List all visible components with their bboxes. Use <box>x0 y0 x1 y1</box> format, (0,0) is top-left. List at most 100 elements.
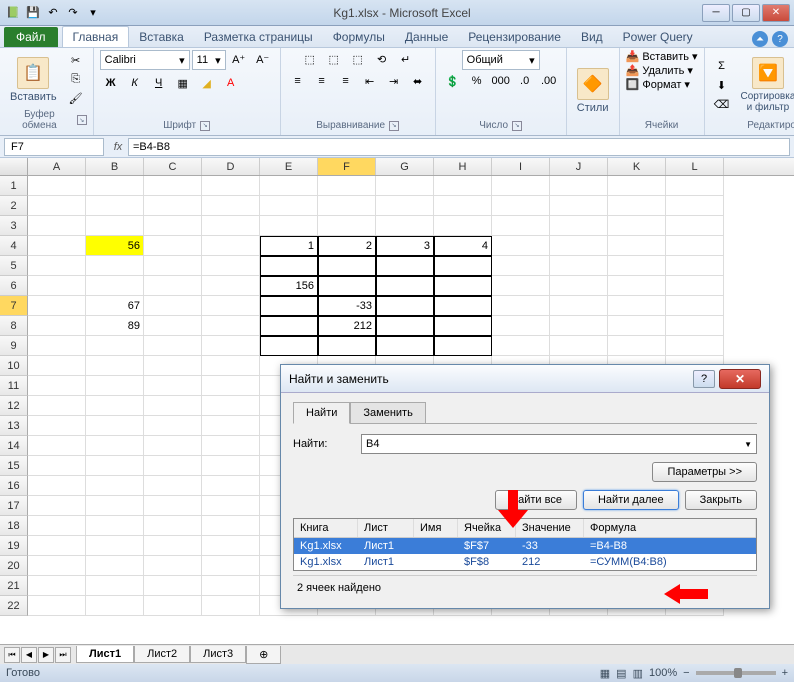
row-header[interactable]: 11 <box>0 376 28 396</box>
dialog-help-button[interactable]: ? <box>693 370 715 388</box>
cell[interactable] <box>202 236 260 256</box>
cell[interactable] <box>376 296 434 316</box>
cell[interactable] <box>608 336 666 356</box>
cell[interactable] <box>492 236 550 256</box>
cell[interactable] <box>666 216 724 236</box>
cell[interactable] <box>202 536 260 556</box>
cell[interactable] <box>86 336 144 356</box>
cell[interactable] <box>144 376 202 396</box>
dialog-close-button[interactable]: ✕ <box>719 369 761 389</box>
cell[interactable] <box>86 416 144 436</box>
sheet-tab[interactable]: Лист2 <box>134 646 190 663</box>
cell[interactable] <box>492 176 550 196</box>
cell[interactable] <box>202 436 260 456</box>
tab-home[interactable]: Главная <box>62 26 130 47</box>
cell[interactable]: 67 <box>86 296 144 316</box>
fx-icon[interactable]: fx <box>108 141 128 153</box>
cell[interactable] <box>550 216 608 236</box>
column-header[interactable]: D <box>202 158 260 175</box>
cell[interactable] <box>608 276 666 296</box>
cell[interactable] <box>28 316 86 336</box>
paste-button[interactable]: 📋 Вставить <box>6 55 61 105</box>
row-header[interactable]: 5 <box>0 256 28 276</box>
cell[interactable] <box>86 516 144 536</box>
cell[interactable] <box>28 356 86 376</box>
zoom-in-icon[interactable]: + <box>782 667 788 679</box>
row-header[interactable]: 3 <box>0 216 28 236</box>
align-right-icon[interactable]: ≡ <box>335 72 357 90</box>
cell[interactable] <box>666 276 724 296</box>
cell[interactable] <box>318 176 376 196</box>
cell[interactable] <box>492 336 550 356</box>
tab-review[interactable]: Рецензирование <box>458 27 571 47</box>
minimize-button[interactable]: ─ <box>702 4 730 22</box>
tab-powerquery[interactable]: Power Query <box>613 27 703 47</box>
excel-icon[interactable]: 📗 <box>4 4 22 22</box>
cell[interactable] <box>608 176 666 196</box>
cell[interactable] <box>434 176 492 196</box>
increase-font-icon[interactable]: A⁺ <box>228 50 250 68</box>
cell[interactable] <box>666 316 724 336</box>
zoom-out-icon[interactable]: − <box>683 667 689 679</box>
cell[interactable] <box>550 316 608 336</box>
cell[interactable] <box>492 216 550 236</box>
cell[interactable] <box>260 176 318 196</box>
view-layout-icon[interactable]: ▤ <box>616 667 626 680</box>
cell[interactable] <box>260 216 318 236</box>
tab-pagelayout[interactable]: Разметка страницы <box>194 27 323 47</box>
cell[interactable] <box>608 216 666 236</box>
align-launcher[interactable]: ↘ <box>389 121 399 131</box>
row-header[interactable]: 13 <box>0 416 28 436</box>
cell[interactable] <box>144 216 202 236</box>
delete-cells-button[interactable]: 📤 Удалить ▾ <box>626 64 693 77</box>
italic-icon[interactable]: К <box>124 74 146 92</box>
cell[interactable] <box>376 316 434 336</box>
column-header[interactable]: I <box>492 158 550 175</box>
cell[interactable] <box>666 196 724 216</box>
cell[interactable] <box>86 576 144 596</box>
column-header[interactable]: E <box>260 158 318 175</box>
cell[interactable] <box>666 256 724 276</box>
new-sheet-button[interactable]: ⊕ <box>246 646 281 664</box>
cell[interactable] <box>434 216 492 236</box>
cell[interactable] <box>28 476 86 496</box>
undo-icon[interactable]: ↶ <box>44 4 62 22</box>
fill-color-icon[interactable]: ◢ <box>196 74 218 92</box>
cell[interactable] <box>202 416 260 436</box>
cell[interactable] <box>28 576 86 596</box>
cell[interactable] <box>144 296 202 316</box>
cell[interactable] <box>608 256 666 276</box>
cell[interactable] <box>86 436 144 456</box>
cell[interactable] <box>144 276 202 296</box>
border-icon[interactable]: ▦ <box>172 74 194 92</box>
view-normal-icon[interactable]: ▦ <box>600 667 610 680</box>
row-header[interactable]: 7 <box>0 296 28 316</box>
cell[interactable]: -33 <box>318 296 376 316</box>
cell[interactable] <box>666 176 724 196</box>
cell[interactable] <box>318 336 376 356</box>
cell[interactable] <box>318 256 376 276</box>
cell[interactable] <box>86 256 144 276</box>
column-header[interactable]: F <box>318 158 376 175</box>
cell[interactable] <box>86 536 144 556</box>
cell[interactable] <box>28 496 86 516</box>
cell[interactable] <box>666 236 724 256</box>
bold-icon[interactable]: Ж <box>100 74 122 92</box>
number-launcher[interactable]: ↘ <box>512 121 522 131</box>
cell[interactable] <box>144 436 202 456</box>
cell[interactable] <box>86 456 144 476</box>
cell[interactable] <box>318 196 376 216</box>
column-header[interactable]: B <box>86 158 144 175</box>
cell[interactable]: 212 <box>318 316 376 336</box>
zoom-level[interactable]: 100% <box>649 667 677 679</box>
format-painter-icon[interactable]: 🖌 <box>65 90 87 108</box>
column-header[interactable]: L <box>666 158 724 175</box>
cell[interactable] <box>28 276 86 296</box>
cell[interactable] <box>144 336 202 356</box>
find-next-button[interactable]: Найти далее <box>583 490 679 510</box>
cell[interactable]: 4 <box>434 236 492 256</box>
cell[interactable] <box>28 216 86 236</box>
cell[interactable] <box>666 296 724 316</box>
row-header[interactable]: 4 <box>0 236 28 256</box>
cell[interactable] <box>202 596 260 616</box>
